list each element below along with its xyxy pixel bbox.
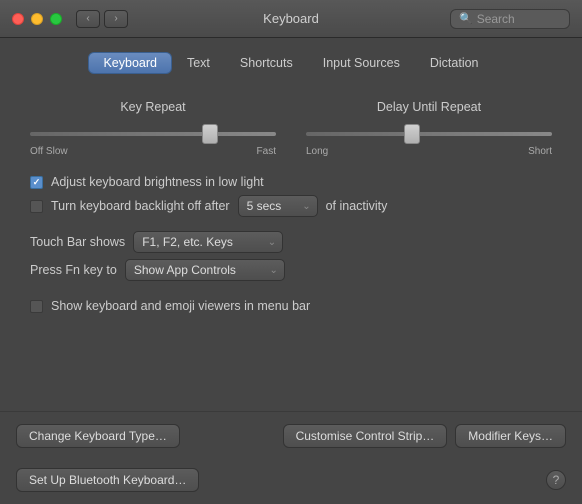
touch-bar-dropdown[interactable]: F1, F2, etc. Keys ⌄ xyxy=(133,231,283,253)
delay-repeat-labels: Long Short xyxy=(306,146,552,157)
modifier-keys-button[interactable]: Modifier Keys… xyxy=(455,424,566,448)
search-box[interactable]: 🔍 Search xyxy=(450,9,570,29)
delay-repeat-label: Delay Until Repeat xyxy=(377,100,481,114)
backlight-checkbox[interactable] xyxy=(30,200,43,213)
fn-key-dropdown[interactable]: Show App Controls ⌄ xyxy=(125,259,285,281)
title-bar: ‹ › Keyboard 🔍 Search xyxy=(0,0,582,38)
fn-key-label: Press Fn key to xyxy=(30,263,117,277)
emoji-row: Show keyboard and emoji viewers in menu … xyxy=(30,299,552,313)
backlight-dropdown[interactable]: 5 secs ⌄ xyxy=(238,195,318,217)
fn-key-value: Show App Controls xyxy=(134,263,266,277)
key-repeat-fast-label: Fast xyxy=(257,146,276,157)
checkbox-check-icon: ✓ xyxy=(33,177,41,188)
fn-key-dropdown-arrow: ⌄ xyxy=(269,265,277,276)
touch-bar-label: Touch Bar shows xyxy=(30,235,125,249)
maximize-button[interactable] xyxy=(50,13,62,25)
key-repeat-track xyxy=(30,132,276,136)
tab-text[interactable]: Text xyxy=(172,52,225,74)
bluetooth-keyboard-button[interactable]: Set Up Bluetooth Keyboard… xyxy=(16,468,199,492)
key-repeat-thumb[interactable] xyxy=(202,124,218,144)
tab-dictation[interactable]: Dictation xyxy=(415,52,494,74)
touch-bar-dropdown-arrow: ⌄ xyxy=(268,237,276,248)
backlight-row: Turn keyboard backlight off after 5 secs… xyxy=(30,195,552,217)
close-button[interactable] xyxy=(12,13,24,25)
brightness-row: ✓ Adjust keyboard brightness in low ligh… xyxy=(30,175,552,189)
delay-repeat-slider[interactable] xyxy=(306,124,552,144)
customise-strip-button[interactable]: Customise Control Strip… xyxy=(283,424,448,448)
forward-button[interactable]: › xyxy=(104,10,128,28)
delay-repeat-track xyxy=(306,132,552,136)
fn-key-row: Press Fn key to Show App Controls ⌄ xyxy=(30,259,552,281)
key-repeat-off-label: Off Slow xyxy=(30,146,68,157)
delay-short-label: Short xyxy=(528,146,552,157)
emoji-label: Show keyboard and emoji viewers in menu … xyxy=(51,299,310,313)
key-repeat-label: Key Repeat xyxy=(120,100,185,114)
backlight-suffix: of inactivity xyxy=(326,199,388,213)
tab-shortcuts[interactable]: Shortcuts xyxy=(225,52,308,74)
brightness-label: Adjust keyboard brightness in low light xyxy=(51,175,264,189)
delay-repeat-thumb[interactable] xyxy=(404,124,420,144)
traffic-lights xyxy=(12,13,62,25)
touch-bar-value: F1, F2, etc. Keys xyxy=(142,235,264,249)
nav-buttons: ‹ › xyxy=(76,10,128,28)
key-repeat-labels: Off Slow Fast xyxy=(30,146,276,157)
help-button[interactable]: ? xyxy=(546,470,566,490)
brightness-checkbox[interactable]: ✓ xyxy=(30,176,43,189)
last-btn-row: Set Up Bluetooth Keyboard… ? xyxy=(0,460,582,504)
search-placeholder: Search xyxy=(477,12,515,26)
delay-repeat-section: Delay Until Repeat Long Short xyxy=(306,100,552,157)
emoji-checkbox[interactable] xyxy=(30,300,43,313)
tabs-container: Keyboard Text Shortcuts Input Sources Di… xyxy=(0,38,582,84)
key-repeat-section: Key Repeat Off Slow Fast xyxy=(30,100,276,157)
backlight-dropdown-arrow: ⌄ xyxy=(302,201,310,212)
backlight-dropdown-value: 5 secs xyxy=(247,199,299,213)
backlight-label: Turn keyboard backlight off after xyxy=(51,199,230,213)
key-repeat-slider[interactable] xyxy=(30,124,276,144)
window-title: Keyboard xyxy=(263,11,319,26)
delay-long-label: Long xyxy=(306,146,328,157)
tab-keyboard[interactable]: Keyboard xyxy=(88,52,172,74)
touch-bar-row: Touch Bar shows F1, F2, etc. Keys ⌄ xyxy=(30,231,552,253)
minimize-button[interactable] xyxy=(31,13,43,25)
bottom-row: Change Keyboard Type… Customise Control … xyxy=(0,411,582,460)
tab-input-sources[interactable]: Input Sources xyxy=(308,52,415,74)
main-content: Keyboard Text Shortcuts Input Sources Di… xyxy=(0,38,582,504)
back-button[interactable]: ‹ xyxy=(76,10,100,28)
sliders-row: Key Repeat Off Slow Fast Delay Until Rep… xyxy=(30,100,552,157)
change-keyboard-button[interactable]: Change Keyboard Type… xyxy=(16,424,180,448)
search-icon: 🔍 xyxy=(459,12,473,25)
content-area: Key Repeat Off Slow Fast Delay Until Rep… xyxy=(0,84,582,411)
